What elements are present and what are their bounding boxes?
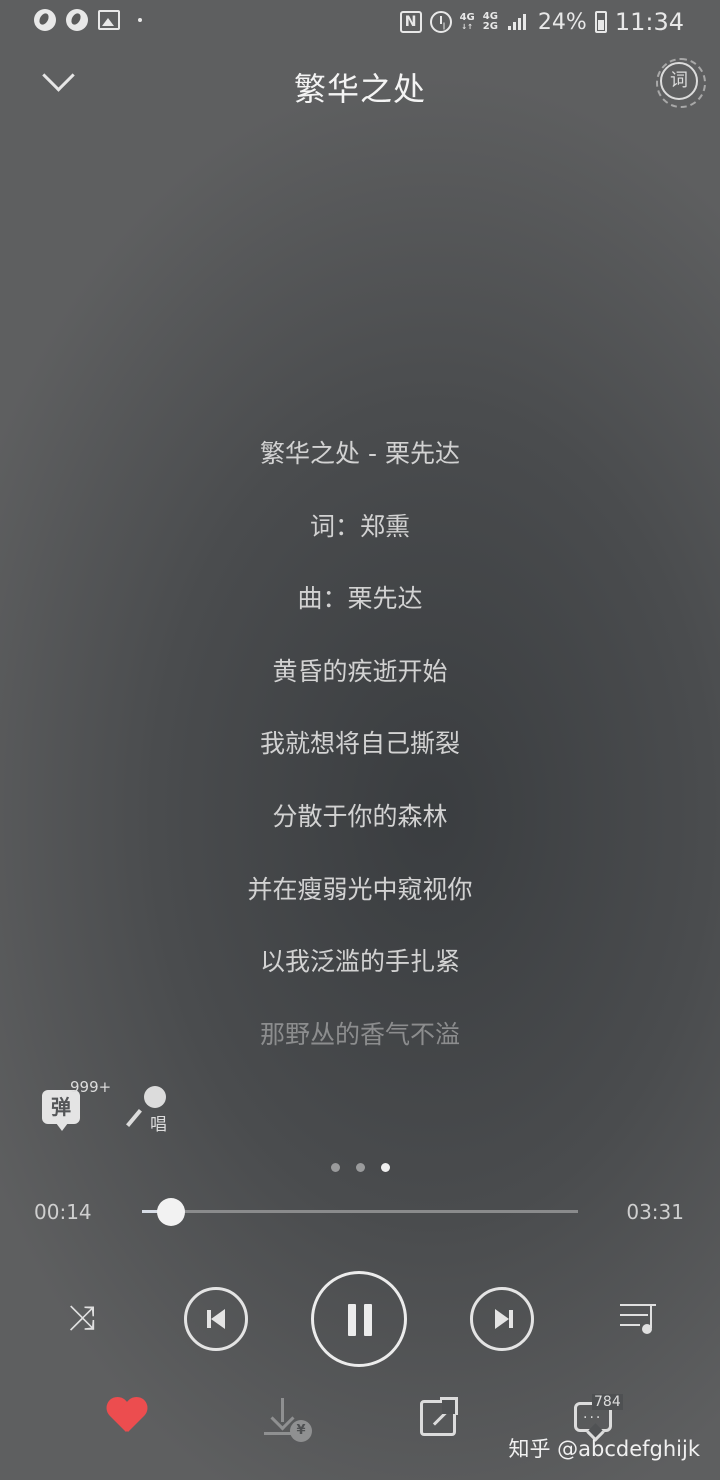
microphone-icon <box>144 1086 166 1108</box>
notification-dot-icon <box>138 18 142 22</box>
lyric-line: 繁华之处 - 栗先达 <box>260 439 460 468</box>
lyric-line: 那野丛的香气不溢 <box>259 1019 460 1049</box>
page-indicator <box>0 1163 720 1172</box>
battery-percent: 24% <box>537 9 587 35</box>
heart-icon[interactable] <box>106 1396 150 1436</box>
page-dot[interactable] <box>355 1163 365 1172</box>
pause-button[interactable] <box>311 1271 407 1367</box>
status-bar: N 4G ↓↑ 4G 2G 24% 11:34 <box>0 0 720 44</box>
pause-icon <box>364 1304 372 1336</box>
lyric-line: 并在瘦弱光中窥视你 <box>247 874 473 904</box>
page-dot[interactable] <box>330 1163 340 1172</box>
clock: 11:34 <box>614 8 684 36</box>
next-icon <box>495 1309 509 1329</box>
network-type-icon: 4G 2G <box>483 12 498 32</box>
browser-icon <box>34 9 56 31</box>
nfc-icon: N <box>399 11 422 33</box>
song-title: 繁华之处 <box>293 70 426 108</box>
lyric-line: 曲：栗先达 <box>297 584 423 614</box>
status-icons-right: N 4G ↓↑ 4G 2G 24% 11:34 <box>399 8 684 36</box>
battery-icon <box>594 11 607 33</box>
comment-count-badge: 784 <box>592 1394 623 1410</box>
microphone-stick <box>126 1109 142 1127</box>
watermark: 知乎 @abcdefghijk <box>508 1437 700 1461</box>
progress-slider[interactable] <box>142 1198 578 1226</box>
network-type-label: 2G <box>482 21 498 32</box>
yen-icon: ¥ <box>290 1420 312 1442</box>
total-time: 03:31 <box>626 1200 684 1224</box>
progress-knob[interactable] <box>156 1198 185 1226</box>
lyrics-view[interactable]: 繁华之处 - 栗先达 词：郑熏 曲：栗先达 黄昏的疾逝开始 我就想将自己撕裂 分… <box>0 428 720 1081</box>
danmu-count-badge: 999+ <box>70 1078 112 1096</box>
image-icon <box>98 10 120 30</box>
previous-button[interactable] <box>184 1287 248 1351</box>
playlist-icon[interactable] <box>618 1300 662 1336</box>
previous-icon <box>211 1309 225 1329</box>
next-icon <box>509 1310 513 1328</box>
network-type-label: 4G <box>459 12 475 23</box>
next-button[interactable] <box>470 1287 534 1351</box>
lyric-line: 我就想将自己撕裂 <box>259 729 460 759</box>
player-header: 繁华之处 词 <box>0 44 720 120</box>
lyric-line: 词：郑熏 <box>309 511 410 541</box>
pause-icon <box>348 1304 356 1336</box>
lyric-settings-button[interactable]: 词 <box>656 58 706 108</box>
page-dot-active[interactable] <box>380 1163 390 1172</box>
download-icon[interactable]: ¥ <box>262 1398 312 1444</box>
status-icons-left <box>34 9 142 31</box>
lyric-line: 黄昏的疾逝开始 <box>272 656 448 686</box>
share-arrow-icon <box>440 1397 458 1415</box>
current-time: 00:14 <box>34 1200 92 1224</box>
network-type-icon: 4G ↓↑ <box>459 12 475 32</box>
lyric-line: 分散于你的森林 <box>272 801 448 831</box>
shuffle-icon[interactable]: ⤨ <box>60 1300 104 1336</box>
sing-label: 唱 <box>150 1115 167 1135</box>
lyric-line: 以我泛滥的手扎紧 <box>259 947 460 977</box>
signal-icon <box>507 14 526 30</box>
browser-icon <box>66 9 88 31</box>
sing-button[interactable]: 唱 <box>124 1086 174 1135</box>
alarm-icon <box>429 11 452 33</box>
